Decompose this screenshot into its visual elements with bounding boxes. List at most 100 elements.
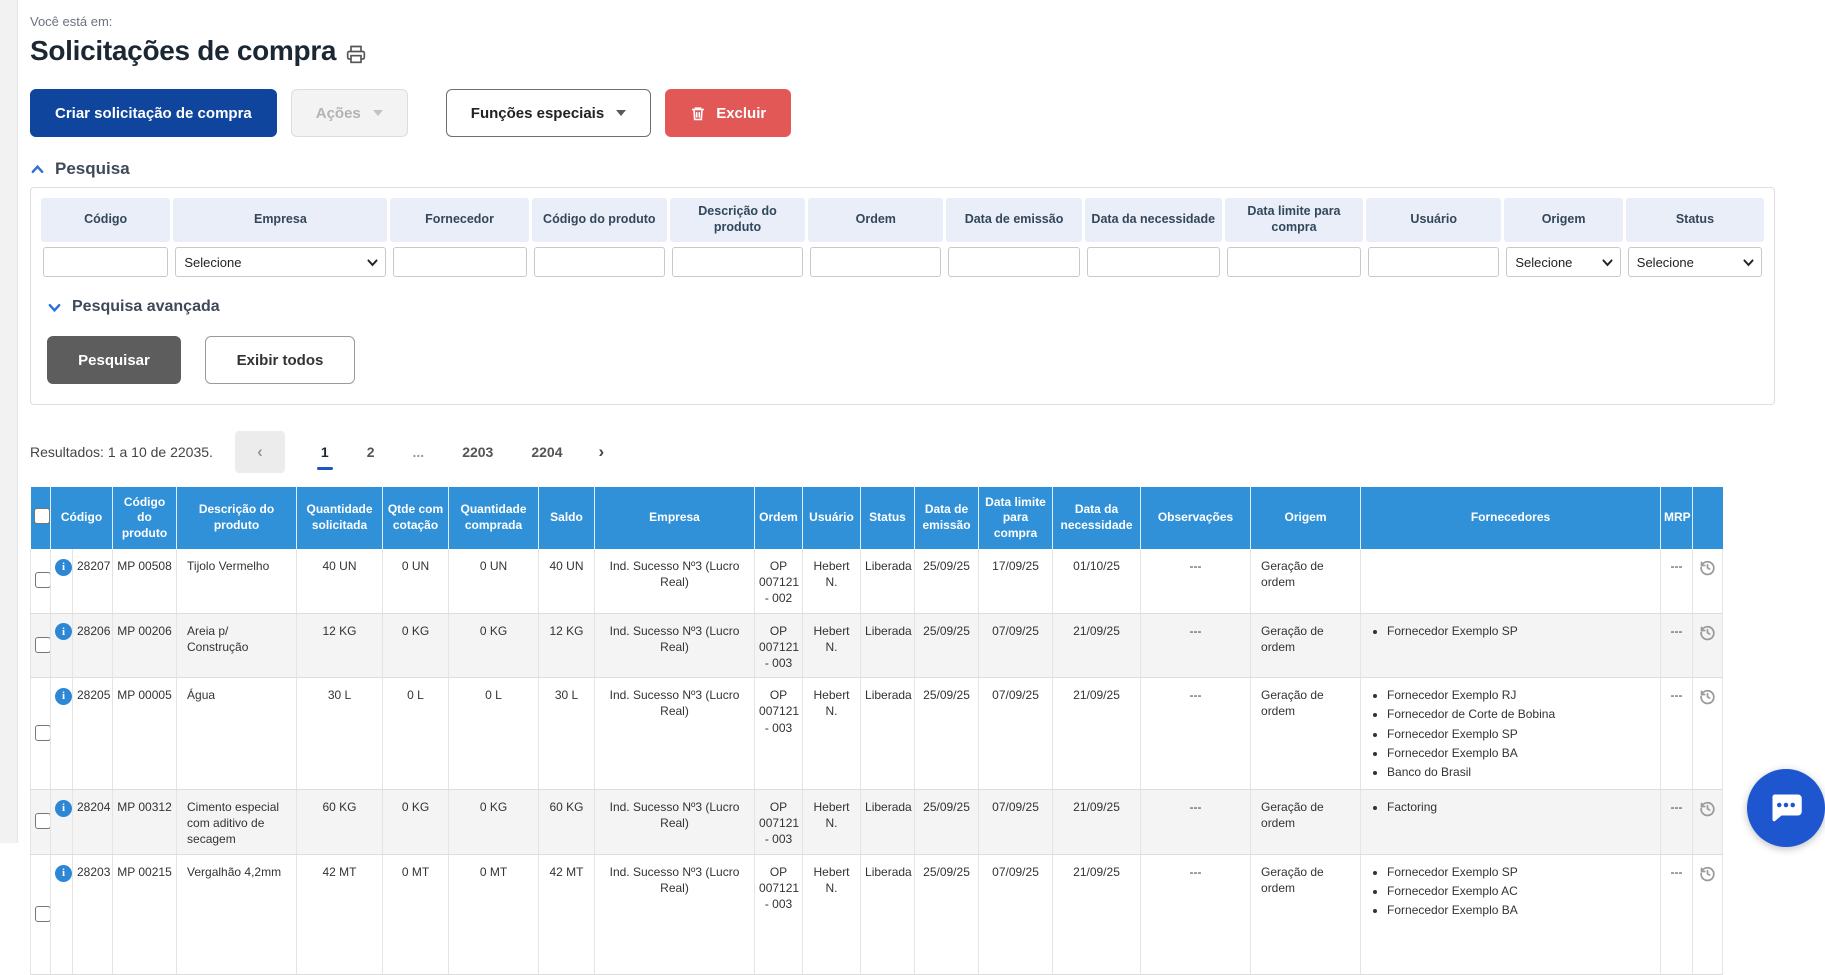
cell-ordem: OP 007121 - 003 <box>755 678 803 790</box>
filter-input-data-de-emissao[interactable] <box>948 247 1079 277</box>
pagination-page-2204[interactable]: 2204 <box>529 434 564 470</box>
cell-data-emissao: 25/09/25 <box>915 790 979 855</box>
history-icon[interactable] <box>1698 687 1717 706</box>
cell-empresa: Ind. Sucesso Nº3 (Lucro Real) <box>595 549 755 613</box>
row-checkbox[interactable] <box>35 637 51 653</box>
row-checkbox[interactable] <box>35 572 51 588</box>
info-icon[interactable]: i <box>55 688 72 705</box>
supplier-list: Fornecedor Exemplo SP <box>1371 623 1656 639</box>
cell-descricao: Cimento especial com aditivo de secagem <box>177 790 297 855</box>
cell-data-limite: 07/09/25 <box>979 854 1053 974</box>
row-checkbox[interactable] <box>35 725 51 741</box>
cell-descricao: Tijolo Vermelho <box>177 549 297 613</box>
cell-saldo: 12 KG <box>539 613 595 678</box>
trash-icon <box>690 105 706 122</box>
cell-mrp: --- <box>1661 613 1693 678</box>
chat-launcher-button[interactable] <box>1747 769 1825 847</box>
column-header-quantidade-solicitada: Quantidade solicitada <box>297 487 383 549</box>
column-header-qtde-com-cotacao: Qtde com cotação <box>383 487 449 549</box>
pagination-next-button[interactable]: › <box>599 442 605 462</box>
cell-descricao: Água <box>177 678 297 790</box>
filter-input-data-limite-para-compra[interactable] <box>1227 247 1361 277</box>
supplier-list: Fornecedor Exemplo RJFornecedor de Corte… <box>1371 687 1656 780</box>
filter-input-codigo[interactable] <box>43 247 168 277</box>
cell-saldo: 42 MT <box>539 854 595 974</box>
column-header-codigo-do-produto: Código do produto <box>113 487 177 549</box>
filter-select-status[interactable]: Selecione <box>1628 247 1762 277</box>
cell-qtd-comprada: 0 KG <box>449 613 539 678</box>
collapsed-sidebar <box>0 0 18 843</box>
search-panel: CódigoEmpresaFornecedorCódigo do produto… <box>30 187 1775 405</box>
column-header-history <box>1693 487 1723 549</box>
show-all-button[interactable]: Exibir todos <box>205 336 355 384</box>
actions-button[interactable]: Ações <box>291 89 408 137</box>
search-button[interactable]: Pesquisar <box>47 336 181 384</box>
cell-fornecedores: Factoring <box>1361 790 1661 855</box>
filter-select-empresa[interactable]: Selecione <box>175 247 385 277</box>
filter-header-data-de-emissao: Data de emissão <box>946 198 1081 242</box>
cell-fornecedores: Fornecedor Exemplo SPFornecedor Exemplo … <box>1361 854 1661 974</box>
cell-fornecedores <box>1361 549 1661 613</box>
history-icon[interactable] <box>1698 623 1717 642</box>
cell-qtd-comprada: 0 UN <box>449 549 539 613</box>
cell-data-emissao: 25/09/25 <box>915 549 979 613</box>
filter-input-descricao-do-produto[interactable] <box>672 247 803 277</box>
row-checkbox[interactable] <box>35 813 51 829</box>
chevron-up-icon <box>30 162 45 177</box>
pagination-page-2[interactable]: 2 <box>365 434 377 470</box>
cell-qtd-solicitada: 60 KG <box>297 790 383 855</box>
pagination-page-1[interactable]: 1 <box>319 434 331 470</box>
info-icon[interactable]: i <box>55 800 72 817</box>
history-icon[interactable] <box>1698 558 1717 577</box>
print-icon[interactable] <box>346 44 366 64</box>
pagination-ellipsis: ... <box>411 434 427 470</box>
cell-qtde-cotacao: 0 UN <box>383 549 449 613</box>
cell-empresa: Ind. Sucesso Nº3 (Lucro Real) <box>595 790 755 855</box>
filter-input-codigo-do-produto[interactable] <box>534 247 665 277</box>
cell-status: Liberada <box>861 790 915 855</box>
history-icon[interactable] <box>1698 864 1717 883</box>
special-functions-button[interactable]: Funções especiais <box>446 89 651 137</box>
cell-origem: Geração de ordem <box>1251 549 1361 613</box>
info-icon[interactable]: i <box>55 865 72 882</box>
filter-header-usuario: Usuário <box>1366 198 1501 242</box>
cell-data-limite: 17/09/25 <box>979 549 1053 613</box>
chevron-down-icon <box>47 300 62 315</box>
cell-data-emissao: 25/09/25 <box>915 678 979 790</box>
cell-codigo-produto: MP 00508 <box>113 549 177 613</box>
table-row: i28206MP 00206Areia p/ Construção12 KG0 … <box>31 613 1723 678</box>
history-icon[interactable] <box>1698 799 1717 818</box>
select-all-checkbox[interactable] <box>34 508 50 524</box>
table-header-row: CódigoCódigo do produtoDescrição do prod… <box>31 487 1723 549</box>
column-header-ordem: Ordem <box>755 487 803 549</box>
filter-input-fornecedor[interactable] <box>393 247 527 277</box>
cell-data-necessidade: 21/09/25 <box>1053 678 1141 790</box>
filter-input-data-da-necessidade[interactable] <box>1087 247 1220 277</box>
filter-input-usuario[interactable] <box>1368 247 1499 277</box>
cell-observacoes: --- <box>1141 613 1251 678</box>
cell-origem: Geração de ordem <box>1251 613 1361 678</box>
filter-select-origem[interactable]: Selecione <box>1506 247 1620 277</box>
create-request-button[interactable]: Criar solicitação de compra <box>30 89 277 137</box>
column-header-data-limite-para-compra: Data limite para compra <box>979 487 1053 549</box>
pagination-page-2203[interactable]: 2203 <box>460 434 495 470</box>
cell-status: Liberada <box>861 854 915 974</box>
cell-observacoes: --- <box>1141 678 1251 790</box>
delete-button[interactable]: Excluir <box>665 89 791 137</box>
search-section-toggle[interactable]: Pesquisa <box>30 159 1780 179</box>
cell-descricao: Areia p/ Construção <box>177 613 297 678</box>
column-header-quantidade-comprada: Quantidade comprada <box>449 487 539 549</box>
info-icon[interactable]: i <box>55 559 72 576</box>
filter-headers: CódigoEmpresaFornecedorCódigo do produto… <box>41 198 1764 242</box>
filter-header-empresa: Empresa <box>173 198 387 242</box>
cell-ordem: OP 007121 - 003 <box>755 613 803 678</box>
advanced-search-toggle[interactable]: Pesquisa avançada <box>47 298 1764 316</box>
row-checkbox[interactable] <box>35 906 51 922</box>
filter-input-ordem[interactable] <box>810 247 941 277</box>
cell-codigo-produto: MP 00312 <box>113 790 177 855</box>
filter-header-codigo-do-produto: Código do produto <box>532 198 667 242</box>
cell-qtd-solicitada: 30 L <box>297 678 383 790</box>
pagination-prev-button[interactable]: ‹ <box>235 431 285 473</box>
column-header-origem: Origem <box>1251 487 1361 549</box>
info-icon[interactable]: i <box>55 623 72 640</box>
